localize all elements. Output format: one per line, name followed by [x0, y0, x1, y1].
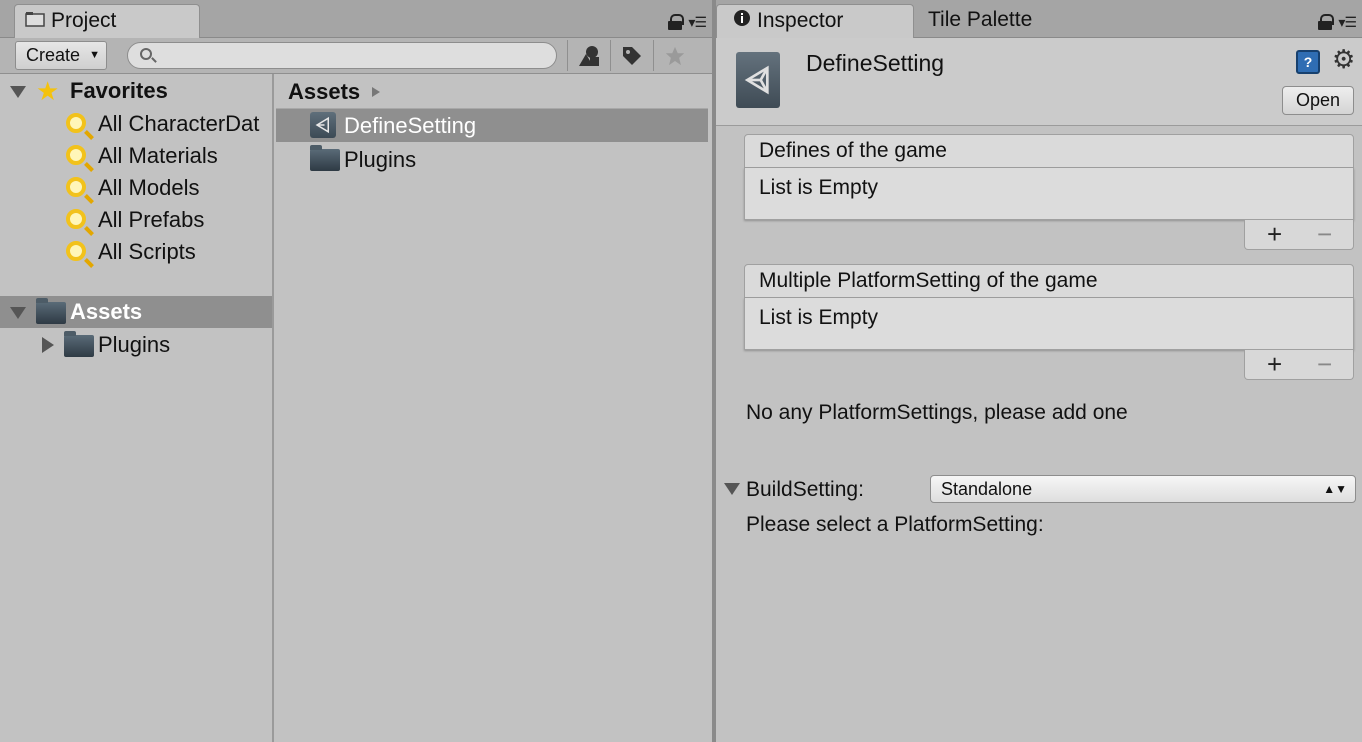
search-input[interactable]: [158, 45, 548, 66]
save-search-button[interactable]: [653, 40, 695, 71]
search-filter-icon: [66, 241, 86, 261]
file-item-plugins[interactable]: Plugins: [276, 143, 708, 176]
favorite-item[interactable]: All Scripts: [0, 236, 272, 268]
remove-element-button[interactable]: −: [1317, 350, 1332, 378]
chevron-down-icon: ▼: [89, 49, 100, 61]
unity-asset-icon: [310, 112, 336, 138]
remove-element-button[interactable]: −: [1317, 220, 1332, 248]
file-item-label: DefineSetting: [344, 113, 477, 138]
search-by-type-button[interactable]: [567, 40, 609, 71]
no-settings-message: No any PlatformSettings, please add one: [746, 401, 1128, 424]
platform-settings-list-header: Multiple PlatformSetting of the game: [744, 264, 1354, 298]
lock-icon[interactable]: [668, 14, 685, 30]
search-filter-icon: [66, 177, 86, 197]
file-item-definesetting[interactable]: DefineSetting: [276, 109, 708, 142]
open-button[interactable]: Open: [1282, 86, 1354, 115]
search-field[interactable]: [127, 42, 557, 69]
project-file-list: Assets DefineSetting Plugins: [276, 74, 708, 742]
folder-icon: [25, 5, 45, 37]
tab-menu-icon[interactable]: ▾☰: [688, 15, 707, 29]
build-setting-value: Standalone: [941, 479, 1033, 499]
add-element-button[interactable]: +: [1267, 220, 1282, 248]
gear-icon[interactable]: ⚙: [1332, 46, 1355, 72]
favorite-item[interactable]: All Models: [0, 172, 272, 204]
breadcrumb[interactable]: Assets: [288, 78, 360, 106]
star-outline-icon: [665, 46, 684, 65]
search-filter-icon: [66, 209, 86, 229]
favorite-item[interactable]: All Prefabs: [0, 204, 272, 236]
project-folder-tree: ★ Favorites All CharacterDat All Materia…: [0, 74, 274, 742]
project-toolbar: Create ▼: [0, 38, 712, 74]
unity-asset-icon: [736, 52, 780, 108]
tag-icon: [622, 46, 641, 65]
build-setting-dropdown[interactable]: Standalone ▲▼: [930, 475, 1356, 503]
tab-inspector[interactable]: Inspector: [716, 4, 914, 38]
project-tab-bar: Project ▾☰: [0, 0, 712, 38]
file-item-label: Plugins: [344, 147, 417, 172]
search-icon: [140, 48, 152, 60]
favorite-item-label: All Materials: [98, 143, 218, 168]
tab-project-label: Project: [51, 9, 117, 32]
platform-settings-list-footer: + −: [1244, 350, 1354, 380]
tab-tile-palette[interactable]: Tile Palette: [918, 4, 1078, 38]
platform-settings-list-empty: List is Empty: [744, 298, 1354, 350]
favorite-item-label: All Models: [98, 175, 200, 200]
favorite-item[interactable]: All Materials: [0, 140, 272, 172]
tab-inspector-label: Inspector: [757, 9, 844, 32]
favorite-item-label: All Prefabs: [98, 207, 205, 232]
info-icon: [733, 5, 751, 37]
tab-tile-palette-label: Tile Palette: [928, 8, 1033, 31]
favorite-item[interactable]: All CharacterDat: [0, 108, 272, 140]
add-element-button[interactable]: +: [1267, 350, 1282, 378]
foldout-expanded-icon[interactable]: [724, 483, 740, 495]
defines-list-footer: + −: [1244, 220, 1354, 250]
breadcrumb-arrow-icon[interactable]: [372, 87, 380, 97]
inspector-title: DefineSetting: [806, 50, 945, 76]
search-filter-icon: [66, 145, 86, 165]
search-by-label-button[interactable]: [610, 40, 652, 71]
project-panel: Project ▾☰ Create ▼ ★ Favorites All Char…: [0, 0, 712, 742]
tree-assets[interactable]: Assets: [0, 296, 272, 328]
folder-icon: [36, 298, 66, 324]
tab-project[interactable]: Project: [14, 4, 200, 38]
folder-icon: [310, 145, 340, 171]
tree-assets-label: Assets: [70, 299, 143, 324]
create-button[interactable]: Create ▼: [15, 41, 107, 70]
foldout-expanded-icon[interactable]: [10, 86, 26, 98]
project-tab-controls: ▾☰: [668, 14, 707, 30]
tab-menu-icon[interactable]: ▾☰: [1338, 15, 1357, 29]
tree-plugins[interactable]: Plugins: [0, 329, 272, 361]
select-platform-prompt: Please select a PlatformSetting:: [746, 513, 1044, 536]
type-filter-icon: [578, 45, 599, 66]
inspector-tab-controls: ▾☰: [1318, 14, 1357, 30]
help-book-icon[interactable]: ?: [1296, 50, 1320, 74]
foldout-collapsed-icon[interactable]: [42, 337, 54, 353]
favorite-item-label: All Scripts: [98, 239, 196, 264]
defines-list-empty: List is Empty: [744, 168, 1354, 220]
tree-plugins-label: Plugins: [98, 332, 171, 357]
build-setting-label[interactable]: BuildSetting:: [746, 475, 864, 505]
tree-favorites-label: Favorites: [70, 78, 168, 103]
tree-favorites[interactable]: ★ Favorites: [0, 75, 272, 107]
lock-icon[interactable]: [1318, 14, 1335, 30]
dropdown-arrows-icon: ▲▼: [1323, 482, 1347, 496]
inspector-header: DefineSetting ? ⚙ Open: [716, 38, 1362, 126]
inspector-tab-bar: Inspector Tile Palette ▾☰: [716, 0, 1362, 38]
defines-list-header: Defines of the game: [744, 134, 1354, 168]
create-button-label: Create: [26, 45, 81, 65]
folder-icon: [64, 331, 94, 357]
foldout-expanded-icon[interactable]: [10, 307, 26, 319]
inspector-panel: Inspector Tile Palette ▾☰ DefineSetting …: [716, 0, 1362, 742]
favorite-item-label: All CharacterDat: [98, 111, 260, 136]
star-icon: ★: [36, 76, 60, 106]
search-filter-icon: [66, 113, 86, 133]
